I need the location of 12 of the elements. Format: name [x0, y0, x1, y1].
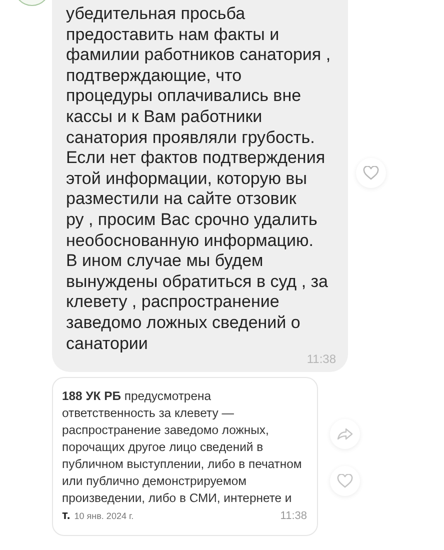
- like-button[interactable]: [330, 466, 360, 496]
- message-text: 188 УК РБ предусмотрена ответственность за клевету — распространение заведомо ложных, порочащих другое лицо сведений в публичном выступлении, либо в печатном или публично демонстрируемом произведении, либо в СМИ, интернете и: [62, 388, 303, 508]
- message-time: 11:38: [280, 509, 307, 524]
- message-time: 11:38: [306, 352, 336, 366]
- forward-arrow-icon: [337, 428, 353, 440]
- forward-button[interactable]: [330, 419, 360, 450]
- message-text: т.: [62, 507, 70, 524]
- message-text: убедительная просьба предоставить нам факты и фамилии работников санатория , подтверждающие, что процедуры оплачивались вне кассы и к Вам работники санатория проявляли грубость. Если нет фактов подтверждения этой информации, которую вы разместили на сайте отзовик ру , просим Вас срочно удалить необоснованную информацию. В ином случае мы будем вынуждены обратиться в суд , за клевету , распространение заведомо ложных сведений о санатории: [66, 4, 332, 354]
- like-button[interactable]: [356, 158, 386, 188]
- heart-icon: [337, 474, 353, 488]
- message-date: 10 янв. 2024 г.: [74, 510, 134, 524]
- heart-icon: [363, 166, 379, 180]
